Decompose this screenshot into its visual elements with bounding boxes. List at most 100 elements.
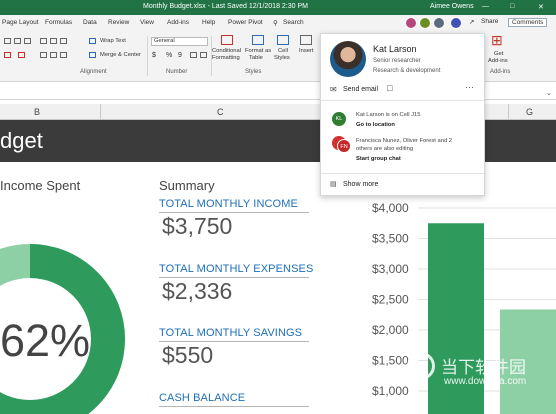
column-header-g[interactable]: G bbox=[526, 107, 533, 117]
group-add-ins: Add-ins bbox=[490, 69, 511, 75]
watermark-brand: 当下软件园 bbox=[441, 358, 526, 377]
contact-photo-avatar bbox=[330, 41, 366, 77]
income-spent-heading[interactable]: Income Spent bbox=[0, 178, 80, 193]
mail-icon[interactable]: ✉ bbox=[330, 85, 337, 94]
tab-add-ins[interactable]: Add-ins bbox=[167, 19, 189, 26]
tab-review[interactable]: Review bbox=[108, 19, 129, 26]
tab-power-pivot[interactable]: Power Pivot bbox=[228, 19, 263, 26]
get-add-ins-icon[interactable]: ⊞ bbox=[491, 32, 503, 49]
metric-value-income[interactable]: $3,750 bbox=[162, 213, 232, 240]
metric-label-savings[interactable]: TOTAL MONTHLY SAVINGS bbox=[159, 327, 302, 339]
sheet-title[interactable]: dget bbox=[0, 128, 43, 154]
metric-value-expenses[interactable]: $2,336 bbox=[162, 278, 232, 305]
coauthor-avatar[interactable] bbox=[419, 17, 431, 29]
decrease-decimal-icon[interactable] bbox=[200, 52, 207, 58]
format-as-table-icon[interactable] bbox=[252, 35, 264, 45]
card-divider bbox=[321, 100, 484, 101]
activity-avatar-fn: FN bbox=[337, 139, 351, 153]
y-tick-label: $3,500 bbox=[372, 232, 409, 246]
conditional-formatting-label: Formatting bbox=[212, 55, 240, 61]
column-header-b[interactable]: B bbox=[34, 107, 40, 117]
metric-label-income[interactable]: TOTAL MONTHLY INCOME bbox=[159, 198, 298, 210]
get-add-ins-label: Add-ins bbox=[488, 58, 508, 64]
conditional-formatting-icon[interactable] bbox=[221, 35, 233, 45]
donut-percent-label: 62% bbox=[0, 315, 91, 366]
increase-indent-icon[interactable] bbox=[50, 52, 57, 58]
close-button[interactable]: ✕ bbox=[538, 3, 544, 11]
share-icon[interactable]: ↗ bbox=[469, 18, 474, 26]
align-top-icon[interactable] bbox=[4, 38, 11, 44]
comments-button[interactable]: Comments bbox=[508, 18, 548, 27]
tab-formulas[interactable]: Formulas bbox=[45, 19, 72, 26]
activity-text: others are also editing bbox=[356, 146, 414, 152]
contact-department: Research & development bbox=[373, 68, 441, 74]
tab-help[interactable]: Help bbox=[202, 19, 215, 26]
coauthor-avatar[interactable] bbox=[405, 17, 417, 29]
cell-styles-button[interactable]: Cell bbox=[278, 48, 288, 54]
start-group-chat-link[interactable]: Start group chat bbox=[356, 156, 401, 162]
y-tick-label: $2,000 bbox=[372, 323, 409, 337]
orientation-icon[interactable] bbox=[60, 52, 67, 58]
cell-styles-label: Styles bbox=[274, 55, 290, 61]
font-color-icon[interactable] bbox=[18, 52, 25, 58]
search-box[interactable]: Search bbox=[283, 19, 304, 26]
tab-data[interactable]: Data bbox=[83, 19, 97, 26]
align-bottom-icon[interactable] bbox=[24, 38, 31, 44]
search-icon[interactable]: ⚲ bbox=[273, 19, 278, 27]
coauthor-avatar[interactable] bbox=[450, 17, 462, 29]
activity-initials: FN bbox=[340, 144, 348, 150]
fill-color-icon[interactable] bbox=[4, 52, 11, 58]
group-styles: Styles bbox=[245, 69, 262, 75]
send-email-button[interactable]: Send email bbox=[343, 86, 378, 93]
y-tick-label: $3,000 bbox=[372, 262, 409, 276]
wrap-text-button[interactable]: Wrap Text bbox=[100, 38, 126, 44]
card-divider bbox=[321, 173, 484, 174]
percent-format-button[interactable]: % bbox=[166, 52, 172, 59]
metric-label-cash-balance[interactable]: CASH BALANCE bbox=[159, 392, 245, 404]
format-as-table-button[interactable]: Format as bbox=[245, 48, 271, 54]
metric-label-expenses[interactable]: TOTAL MONTHLY EXPENSES bbox=[159, 263, 313, 275]
wrap-text-icon[interactable] bbox=[89, 38, 96, 44]
share-button[interactable]: Share bbox=[481, 18, 498, 25]
group-alignment: Alignment bbox=[80, 69, 107, 75]
watermark-logo-icon bbox=[407, 352, 435, 380]
get-add-ins-button[interactable]: Get bbox=[494, 51, 503, 57]
merge-center-icon[interactable] bbox=[89, 52, 96, 58]
insert-button[interactable]: Insert bbox=[299, 48, 314, 54]
go-to-location-link[interactable]: Go to location bbox=[356, 122, 395, 128]
activity-initials: KL bbox=[335, 116, 343, 122]
show-more-button[interactable]: Show more bbox=[343, 181, 378, 188]
tab-page-layout[interactable]: Page Layout bbox=[2, 19, 39, 26]
decrease-indent-icon[interactable] bbox=[40, 52, 47, 58]
summary-heading[interactable]: Summary bbox=[159, 178, 215, 193]
conditional-formatting-button[interactable]: Conditional bbox=[212, 48, 241, 54]
maximize-button[interactable]: □ bbox=[510, 3, 514, 10]
chat-icon[interactable]: □ bbox=[387, 83, 392, 93]
align-left-icon[interactable] bbox=[40, 38, 47, 44]
comma-style-button[interactable]: 9 bbox=[178, 52, 182, 59]
account-name[interactable]: Aimee Owens bbox=[430, 3, 474, 10]
align-right-icon[interactable] bbox=[60, 38, 67, 44]
coauthor-avatar[interactable] bbox=[433, 17, 445, 29]
activity-text: Kat Larson is on Cell J15 bbox=[356, 112, 421, 118]
ribbon-tabs: Page Layout Formulas Data Review View Ad… bbox=[0, 15, 556, 32]
more-options-button[interactable]: ··· bbox=[465, 82, 474, 92]
y-tick-label: $2,500 bbox=[372, 293, 409, 307]
align-middle-icon[interactable] bbox=[14, 38, 21, 44]
watermark-url: www.downxia.com bbox=[444, 376, 527, 387]
contact-title: Senior researcher bbox=[373, 58, 421, 64]
minimize-button[interactable]: — bbox=[482, 3, 489, 10]
insert-cells-icon[interactable] bbox=[300, 35, 312, 45]
currency-format-button[interactable]: $ bbox=[152, 52, 156, 59]
merge-center-button[interactable]: Merge & Center bbox=[100, 52, 141, 58]
increase-decimal-icon[interactable] bbox=[190, 52, 197, 58]
column-header-c[interactable]: C bbox=[217, 107, 224, 117]
expand-formula-bar-icon[interactable]: ⌄ bbox=[546, 89, 552, 97]
contact-name: Kat Larson bbox=[373, 44, 417, 54]
metric-value-savings[interactable]: $550 bbox=[162, 342, 213, 369]
show-more-icon[interactable]: ▤ bbox=[330, 180, 337, 188]
cell-styles-icon[interactable] bbox=[277, 35, 289, 45]
number-format-dropdown[interactable]: General bbox=[151, 37, 208, 46]
tab-view[interactable]: View bbox=[140, 19, 154, 26]
align-center-icon[interactable] bbox=[50, 38, 57, 44]
